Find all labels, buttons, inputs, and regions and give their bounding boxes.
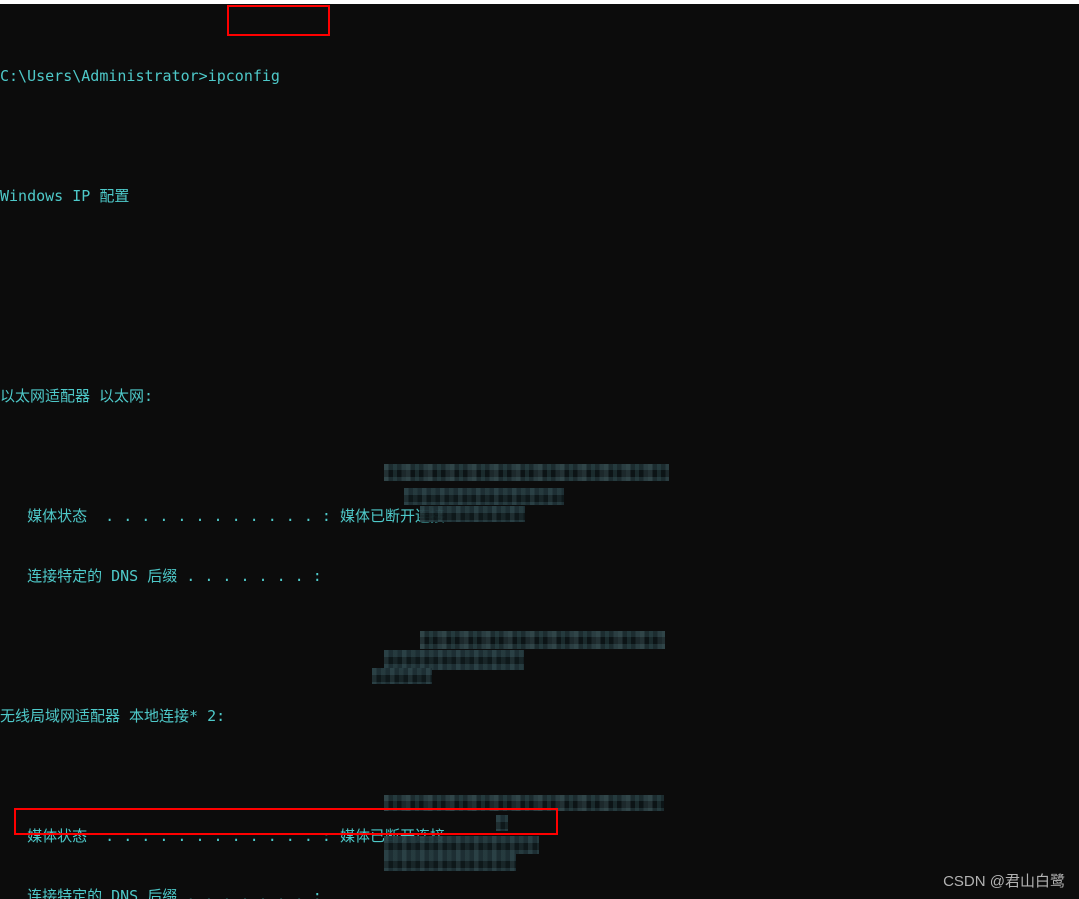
- adapter-header-ethernet: 以太网适配器 以太网:: [0, 387, 154, 405]
- command-prompt-window[interactable]: C:\Users\Administrator>ipconfig Windows …: [0, 4, 1079, 899]
- prompt-line: C:\Users\Administrator>ipconfig: [0, 67, 280, 85]
- terminal-output: C:\Users\Administrator>ipconfig Windows …: [0, 4, 482, 899]
- field-dns-suffix: 连接特定的 DNS 后缀 . . . . . . . :: [0, 567, 322, 585]
- field-dns-suffix: 连接特定的 DNS 后缀 . . . . . . . :: [0, 887, 322, 899]
- field-media-state: 媒体状态 . . . . . . . . . . . . : 媒体已断开连接: [0, 827, 445, 845]
- field-media-state: 媒体状态 . . . . . . . . . . . . : 媒体已断开连接: [0, 507, 445, 525]
- adapter-header-local-2: 无线局域网适配器 本地连接* 2:: [0, 707, 226, 725]
- csdn-watermark: CSDN @君山白鹭: [943, 873, 1065, 890]
- redaction-mosaic-wlan-ipv4-octet: [496, 815, 508, 831]
- screenshot-root: C:\Users\Administrator>ipconfig Windows …: [0, 0, 1079, 899]
- ip-config-title: Windows IP 配置: [0, 187, 130, 205]
